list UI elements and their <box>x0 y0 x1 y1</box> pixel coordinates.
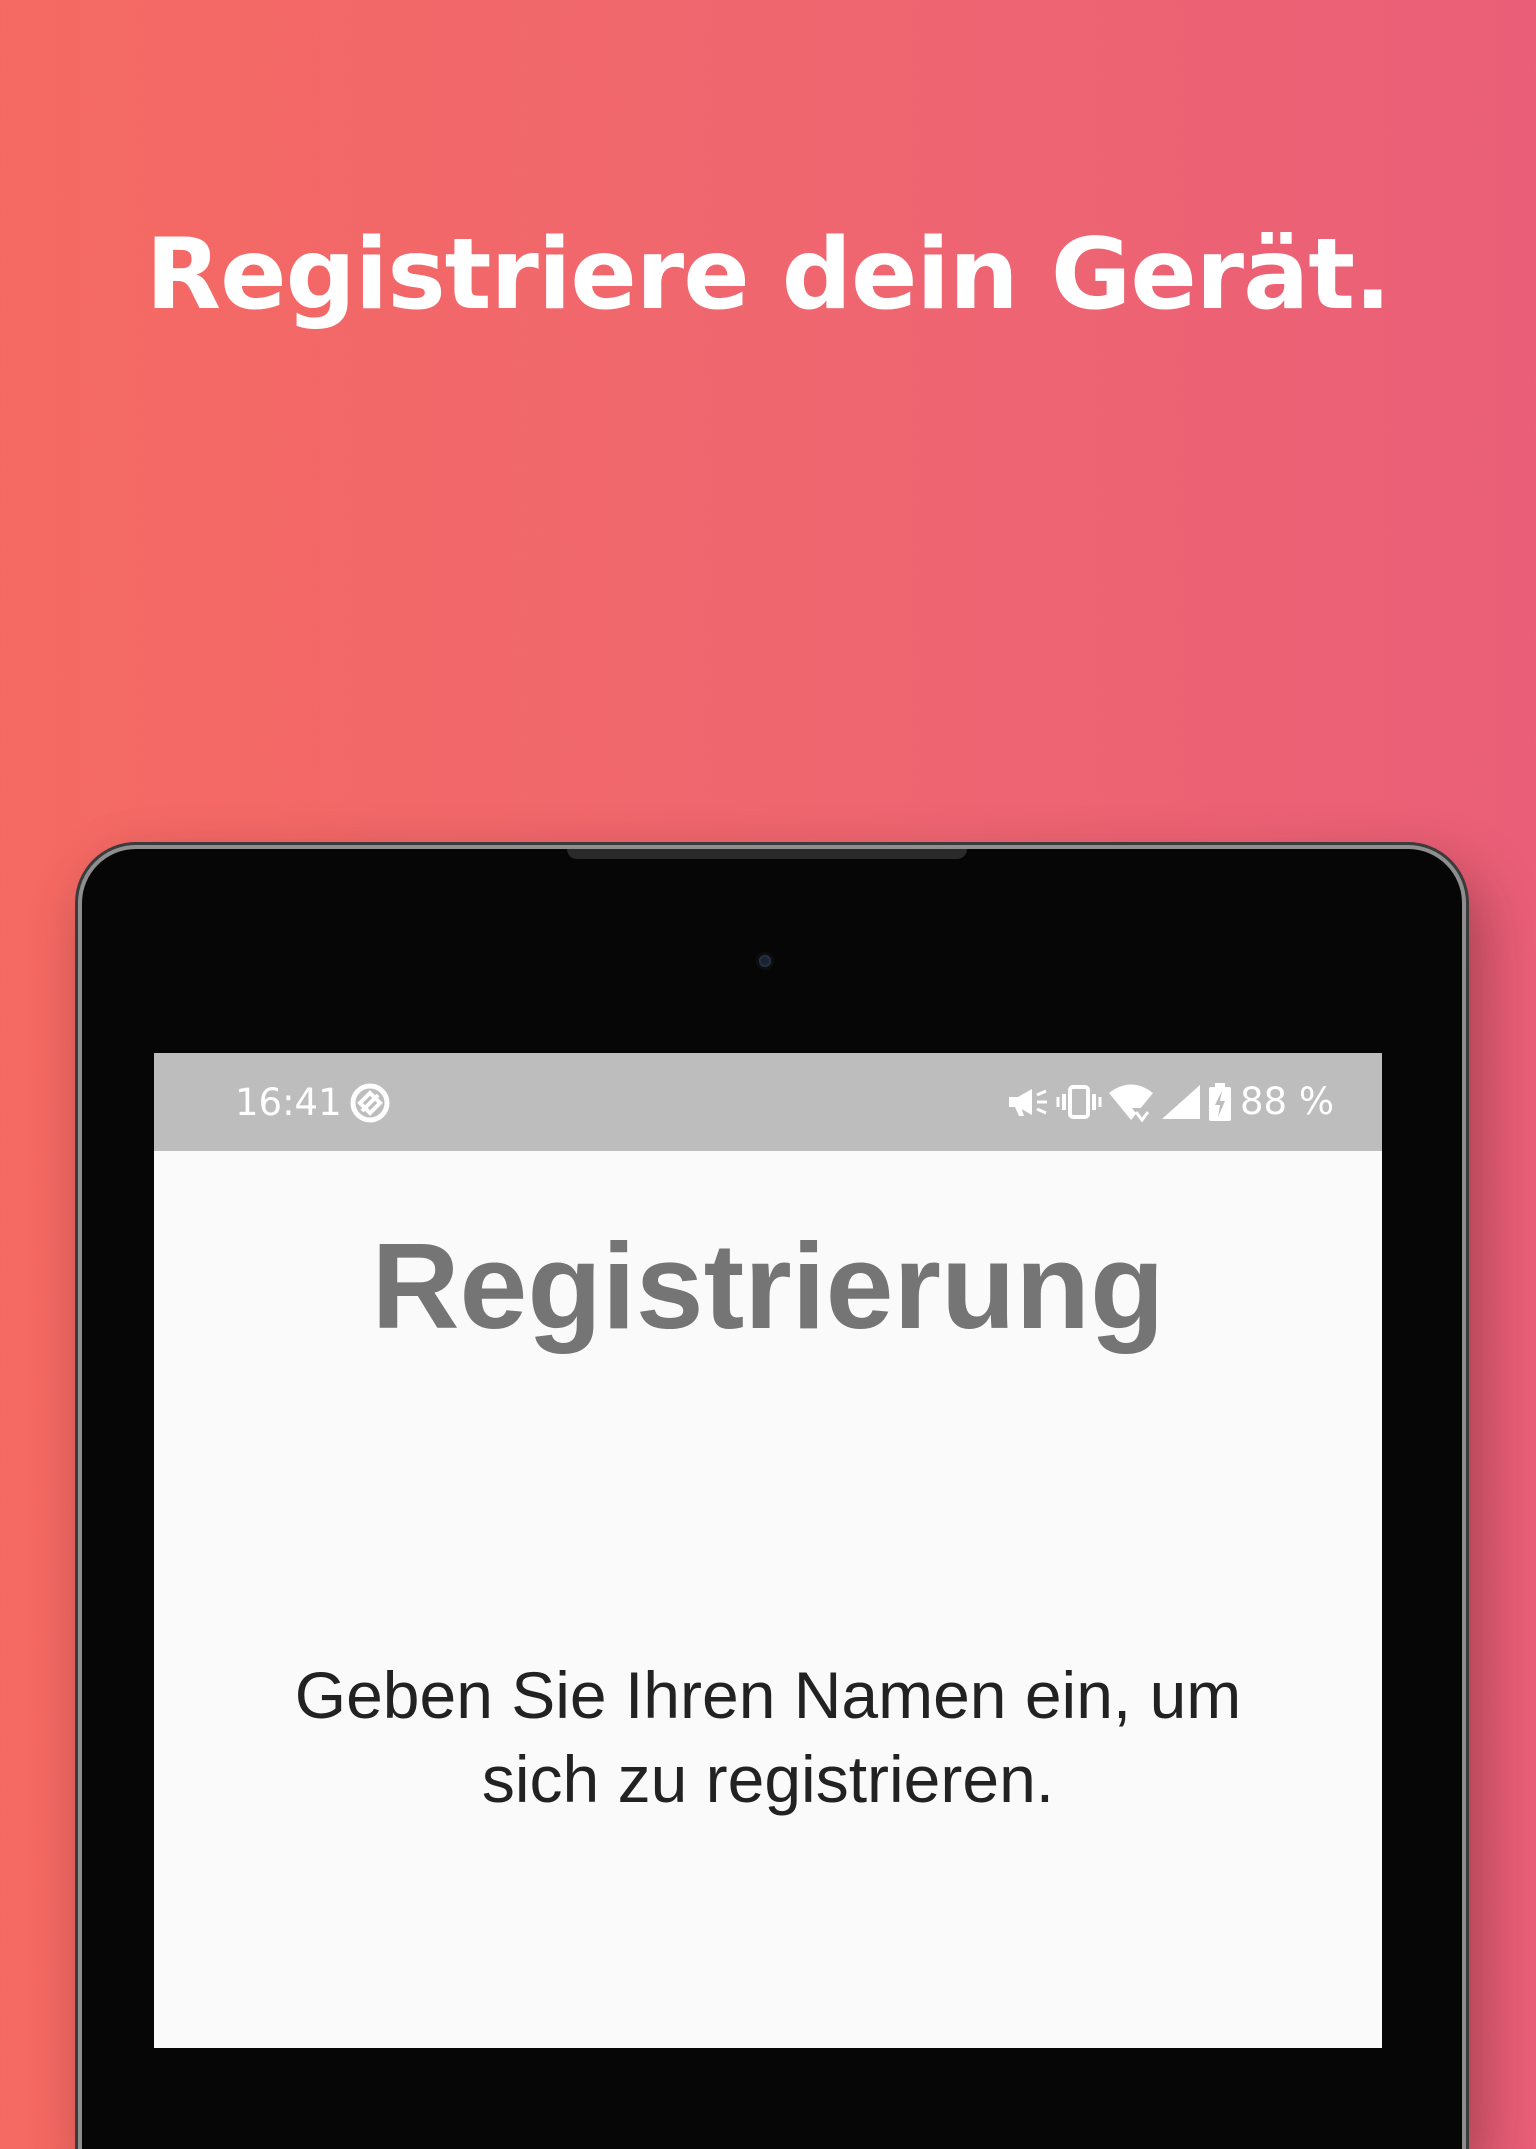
app-screen: 16:41 88 % Registrierung Geben Sie Ihren… <box>154 1053 1382 2048</box>
promo-headline: Registriere dein Gerät. <box>145 218 1392 332</box>
vibrate-icon <box>1056 1085 1102 1119</box>
wifi-icon <box>1109 1084 1153 1122</box>
battery-charging-icon <box>1209 1083 1231 1121</box>
cellular-signal-icon <box>1162 1085 1200 1119</box>
data-saver-icon <box>350 1083 390 1123</box>
status-bar: 16:41 88 % <box>154 1053 1382 1151</box>
battery-percentage: 88 % <box>1240 1080 1334 1123</box>
front-camera <box>759 955 771 967</box>
status-time: 16:41 <box>235 1081 342 1124</box>
registration-instructions: Geben Sie Ihren Namen ein, um sich zu re… <box>294 1658 1242 1816</box>
megaphone-icon <box>1009 1089 1047 1116</box>
page-title: Registrierung <box>371 1218 1165 1354</box>
tablet-notch <box>567 849 967 859</box>
status-icons: 88 % <box>1006 1080 1334 1124</box>
